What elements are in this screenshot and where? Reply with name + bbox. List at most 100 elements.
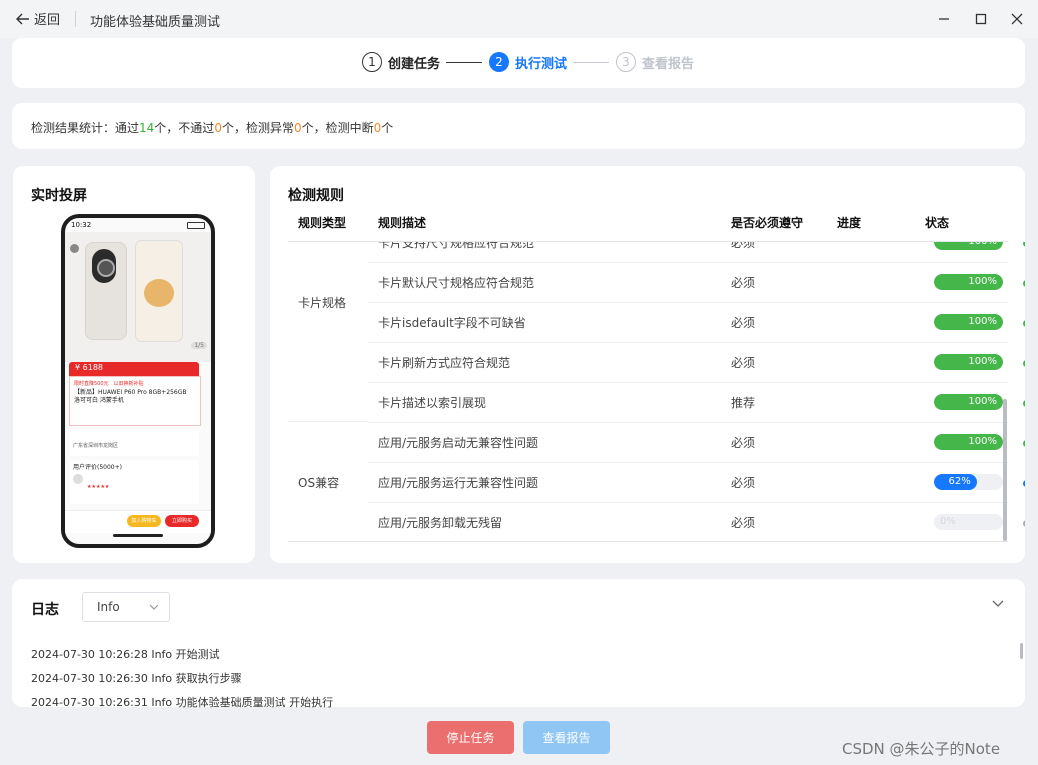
collapse-chevron-icon[interactable] xyxy=(992,600,1004,608)
rule-status: 检测通过 xyxy=(1023,314,1025,331)
step-create-task: 1 创建任务 xyxy=(362,52,440,72)
progress-label: 100% xyxy=(934,242,1003,250)
back-button[interactable]: 返回 xyxy=(16,9,60,28)
rule-description: 卡片isdefault字段不可缺省 xyxy=(378,316,526,330)
table-row[interactable]: 卡片isdefault字段不可缺省 必须 100% 检测通过 xyxy=(368,302,1025,343)
product-info: 限时直降500元 以旧换新补贴 【新品】HUAWEI P60 Pro 8GB+2… xyxy=(69,376,201,426)
table-row[interactable]: 卡片描述以索引展现 推荐 100% 检测通过 xyxy=(368,382,1025,423)
stop-task-button[interactable]: 停止任务 xyxy=(427,721,514,754)
abnormal-count: 0 xyxy=(293,121,302,135)
status-dot-icon xyxy=(1023,400,1025,407)
group-divider xyxy=(288,421,368,422)
view-report-button[interactable]: 查看报告 xyxy=(523,721,610,754)
rule-description: 应用/元服务启动无兼容性问题 xyxy=(378,436,539,450)
step-label: 执行测试 xyxy=(515,56,568,72)
table-row[interactable]: 应用/元服务卸载无残留 必须 0% 待检测 xyxy=(368,502,1025,542)
rule-status: 检测通过 xyxy=(1023,274,1025,291)
back-icon xyxy=(70,244,79,253)
progress-bar: 100% xyxy=(934,354,1003,370)
progress-label: 0% xyxy=(940,516,956,527)
progress-bar: 100% xyxy=(934,434,1003,450)
log-level-value: Info xyxy=(97,600,120,614)
rule-required: 必须 xyxy=(731,476,756,490)
live-screen-panel: 实时投屏 10:32 1/5 ¥ 6188 限时直降500元 以旧换新补贴 【新… xyxy=(13,166,255,563)
table-row[interactable]: 卡片刷新方式应符合规范 必须 100% 检测通过 xyxy=(368,342,1025,383)
table-row[interactable]: 卡片默认尺寸规格应符合规范 必须 100% 检测通过 xyxy=(368,262,1025,303)
location-text: 广东省深圳市龙岗区 xyxy=(73,443,119,449)
promo-text: 限时直降500元 以旧换新补贴 xyxy=(74,381,144,387)
progress-label: 100% xyxy=(968,356,997,367)
status-dot-icon xyxy=(1023,360,1025,367)
home-indicator xyxy=(113,534,163,537)
table-bottom-border xyxy=(288,541,1008,542)
progress-label: 100% xyxy=(968,396,997,407)
product-title: 【新品】HUAWEI P60 Pro 8GB+256GB 洛可可白 鸿蒙手机 xyxy=(74,389,187,404)
rule-required: 必须 xyxy=(731,276,756,290)
stats-prefix: 检测结果统计：通过 xyxy=(31,121,140,135)
log-panel: 日志 Info 2024-07-30 10:26:28 Info 开始测试 20… xyxy=(12,579,1025,709)
chevron-down-icon xyxy=(149,604,159,610)
step-connector xyxy=(446,62,482,63)
rule-required: 必须 xyxy=(731,316,756,330)
log-scrollbar[interactable] xyxy=(1020,643,1023,659)
phone-back-render xyxy=(85,242,127,340)
image-counter: 1/5 xyxy=(191,342,207,349)
progress-bar: 0% xyxy=(934,514,1003,530)
rule-status: 正在检测 xyxy=(1023,474,1025,491)
watermark: CSDN @朱公子的Note xyxy=(842,740,1001,758)
column-header-type: 规则类型 xyxy=(298,216,347,230)
add-cart-button[interactable]: 加入购物车 xyxy=(127,515,161,527)
status-dot-icon xyxy=(1023,520,1025,527)
status-dot-icon xyxy=(1023,440,1025,447)
log-level-select[interactable]: Info xyxy=(82,592,170,622)
rule-required: 必须 xyxy=(731,516,756,530)
product-image: 1/5 xyxy=(65,232,211,362)
close-icon xyxy=(1011,13,1023,25)
table-row[interactable]: 应用/元服务运行无兼容性问题 必须 62% 正在检测 xyxy=(368,462,1025,503)
rule-required: 必须 xyxy=(731,436,756,450)
abnormal-label: 个，检测异常 xyxy=(221,121,294,135)
rule-type-card: 卡片规格 xyxy=(298,296,347,310)
status-dot-icon xyxy=(1023,480,1025,487)
back-label: 返回 xyxy=(34,13,61,28)
rule-required: 推荐 xyxy=(731,396,756,410)
column-header-required: 是否必须遵守 xyxy=(731,216,804,230)
status-dot-icon xyxy=(1023,320,1025,327)
stats-suffix: 个 xyxy=(381,121,394,135)
progress-label: 100% xyxy=(968,436,997,447)
log-line: 2024-07-30 10:26:30 Info 获取执行步骤 xyxy=(31,672,242,685)
rule-type-os: OS兼容 xyxy=(298,476,340,490)
phone-mirror[interactable]: 10:32 1/5 ¥ 6188 限时直降500元 以旧换新补贴 【新品】HUA… xyxy=(61,214,215,548)
table-row[interactable]: 卡片支持尺寸规格应符合规范 必须 100% 检测通过 xyxy=(368,242,1025,263)
step-number: 1 xyxy=(362,52,382,72)
bottom-bar: 加入购物车 立即购买 xyxy=(65,510,211,533)
fail-count: 0 xyxy=(214,121,222,135)
rules-scroll-area[interactable]: 卡片规格 OS兼容 卡片支持尺寸规格应符合规范必须100%检测通过卡片默认尺寸规… xyxy=(270,242,1025,542)
step-number: 2 xyxy=(489,52,509,72)
rule-description: 卡片默认尺寸规格应符合规范 xyxy=(378,276,535,290)
buy-now-button[interactable]: 立即购买 xyxy=(165,515,199,527)
maximize-icon xyxy=(975,13,987,25)
rule-status: 检测通过 xyxy=(1023,354,1025,371)
table-row[interactable]: 应用/元服务启动无兼容性问题 必须 100% 检测通过 xyxy=(368,422,1025,463)
rule-description: 应用/元服务卸载无残留 xyxy=(378,516,503,530)
reviews-title: 用户评价(5000+) xyxy=(73,464,122,471)
price-banner: ¥ 6188 xyxy=(69,362,199,376)
rule-status: 检测通过 xyxy=(1023,242,1025,251)
title-bar: 返回 功能体验基础质量测试 xyxy=(0,0,1038,38)
log-line: 2024-07-30 10:26:31 Info 功能体验基础质量测试 开始执行 xyxy=(31,696,334,709)
close-button[interactable] xyxy=(1006,8,1028,30)
rule-description: 应用/元服务运行无兼容性问题 xyxy=(378,476,539,490)
price: ¥ 6188 xyxy=(75,363,103,372)
progress-label: 100% xyxy=(968,276,997,287)
progress-label: 100% xyxy=(968,316,997,327)
rule-status: 检测通过 xyxy=(1023,394,1025,411)
maximize-button[interactable] xyxy=(970,8,992,30)
step-connector xyxy=(573,62,609,63)
progress-bar: 100% xyxy=(934,394,1003,410)
rule-description: 卡片刷新方式应符合规范 xyxy=(378,356,511,370)
minimize-button[interactable] xyxy=(933,8,955,30)
rules-scrollbar[interactable] xyxy=(1003,399,1007,541)
avatar xyxy=(73,474,83,484)
fail-label: 个，不通过 xyxy=(154,121,215,135)
